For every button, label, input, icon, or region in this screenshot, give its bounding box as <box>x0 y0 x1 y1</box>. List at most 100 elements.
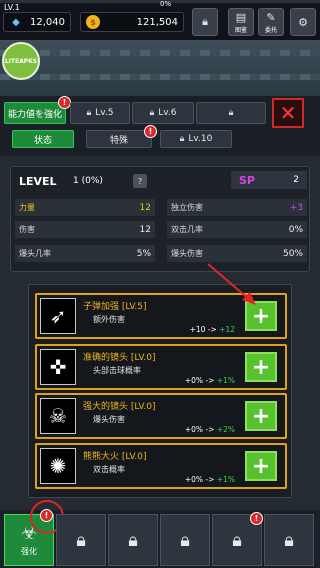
game-scene <box>0 40 320 96</box>
settings-button[interactable]: ⚙ <box>290 8 316 36</box>
skill-from: +0% -> <box>184 475 217 484</box>
commission-button[interactable]: ✎ 委托 <box>258 8 284 36</box>
close-button[interactable]: ✕ <box>272 98 304 128</box>
encyclopedia-label: 图鉴 <box>234 26 247 34</box>
gasmask-icon: ☣ <box>20 523 38 544</box>
nav-locked-slot[interactable]: 🔒︎ <box>56 514 106 566</box>
skill-from: +10 -> <box>189 325 220 334</box>
lock-icon: 🔒︎ <box>202 15 208 28</box>
stat-name: 爆头几率 <box>19 249 51 258</box>
tab-label: Lv.6 <box>158 108 177 118</box>
scene-rail <box>0 74 320 80</box>
tab-locked-lv10[interactable]: 🔒︎ Lv.10 <box>160 130 232 148</box>
help-button[interactable]: ? <box>133 174 147 188</box>
stat-value: 0% <box>288 224 303 235</box>
close-icon: ✕ <box>279 101 297 125</box>
skill-card: ✜ 准确的镜头 [LV.0] 头部击球概率 +0% -> +1% + <box>35 344 287 390</box>
tab-status[interactable]: 状态 <box>12 130 74 148</box>
alert-badge: ! <box>40 509 53 522</box>
lock-icon: 🔒︎ <box>232 529 242 551</box>
stat-row-damage: 伤害 12 <box>15 221 155 238</box>
tab-label: 特殊 <box>109 135 128 146</box>
tab-locked-lv6[interactable]: 🔒︎ Lv.6 <box>132 102 194 124</box>
skill-change: +0% -> +2% <box>185 425 235 434</box>
gold-value: 121,504 <box>136 16 178 28</box>
sp-box: SP 2 <box>231 171 307 189</box>
book-icon: ▤ <box>235 10 247 24</box>
tab-special[interactable]: 特殊 <box>86 130 152 148</box>
tab-label: Lv.10 <box>188 134 213 144</box>
lock-icon: 🔒︎ <box>284 529 294 551</box>
skill-description: 爆头伤害 <box>93 415 125 424</box>
lock-icon: 🔒︎ <box>86 108 92 118</box>
stat-value: 12 <box>139 202 151 213</box>
lock-icon: 🔒︎ <box>179 134 185 144</box>
lock-icon: 🔒︎ <box>128 529 138 551</box>
tab-locked[interactable]: 🔒︎ <box>196 102 266 124</box>
skill-change: +0% -> +1% <box>185 475 235 484</box>
gem-icon: ◆ <box>12 16 20 28</box>
alert-badge: ! <box>144 125 157 138</box>
stat-name: 力量 <box>19 203 35 212</box>
nav-locked-slot[interactable]: 🔒︎ <box>264 514 314 566</box>
watermark-logo: LITEAPKS <box>2 42 40 80</box>
gems-value: 12,040 <box>30 16 65 28</box>
skill-title: 强大的镜头 [LV.0] <box>83 402 156 412</box>
scene-rail <box>0 50 320 56</box>
stat-value: 12 <box>139 224 151 235</box>
skill-to: +2% <box>216 425 235 434</box>
stat-row-headshot-damage: 爆头伤害 50% <box>167 245 307 262</box>
tab-label: 能力値を強化 <box>7 109 62 120</box>
skill-title: 准确的镜头 [LV.0] <box>83 353 156 363</box>
alert-badge: ! <box>250 512 263 525</box>
stat-name: 双击几率 <box>171 225 203 234</box>
tab-enhance-abilities[interactable]: 能力値を強化 <box>4 102 66 124</box>
skill-from: +0% -> <box>184 376 217 385</box>
skill-list: ➶ 子弹加强 [LV.5] 额外伤害 +10 -> +12 + ✜ 准确的镜头 … <box>28 284 292 498</box>
skill-card: ✺ 熊熊大火 [LV.0] 双击概率 +0% -> +1% + <box>35 443 287 489</box>
gems-counter[interactable]: ◆ 12,040 <box>3 12 71 32</box>
locked-button[interactable]: 🔒︎ <box>192 8 218 36</box>
skill-card: ➶ 子弹加强 [LV.5] 额外伤害 +10 -> +12 + <box>35 293 287 339</box>
lock-icon: 🔒︎ <box>228 108 234 118</box>
upgrade-button[interactable]: + <box>245 301 277 331</box>
coin-icon: $ <box>86 15 100 29</box>
stat-name: 爆头伤害 <box>171 249 203 258</box>
tab-label: 状态 <box>33 135 52 146</box>
skill-description: 双击概率 <box>93 465 125 474</box>
skill-to: +1% <box>216 376 235 385</box>
nav-locked-slot[interactable]: 🔒︎ <box>160 514 210 566</box>
nav-locked-slot[interactable]: 🔒︎ <box>108 514 158 566</box>
gold-counter[interactable]: $ 121,504 <box>80 12 184 32</box>
upgrade-button[interactable]: + <box>245 401 277 431</box>
level-label: LEVEL <box>19 175 57 188</box>
skill-from: +0% -> <box>184 425 217 434</box>
stat-name: 伤害 <box>19 225 35 234</box>
skill-to: +1% <box>216 475 235 484</box>
commission-label: 委托 <box>264 26 277 34</box>
gear-icon: ⚙ <box>298 15 308 29</box>
stats-panel: LEVEL 1 (0%) ? SP 2 力量 12 伤害 12 爆头几率 5% … <box>10 166 310 272</box>
tab-label: Lv.5 <box>95 108 114 118</box>
upgrade-button[interactable]: + <box>245 352 277 382</box>
lock-icon: 🔒︎ <box>76 529 86 551</box>
nav-label: 强化 <box>21 547 37 556</box>
skill-description: 头部击球概率 <box>93 366 141 375</box>
fire-icon: ✺ <box>40 448 76 484</box>
xp-percent: 0% <box>160 0 172 8</box>
encyclopedia-button[interactable]: ▤ 图鉴 <box>228 8 254 36</box>
stat-value: 50% <box>282 248 303 259</box>
skill-description: 额外伤害 <box>93 315 125 324</box>
skill-to: +12 <box>219 325 235 334</box>
sp-value: 2 <box>293 175 299 185</box>
tab-locked-lv5[interactable]: 🔒︎ Lv.5 <box>70 102 130 124</box>
flashlight-icon: ✎ <box>266 10 276 24</box>
bullet-icon: ➶ <box>40 298 76 334</box>
skill-change: +10 -> +12 <box>190 325 235 334</box>
upgrade-button[interactable]: + <box>245 451 277 481</box>
stat-row-strength: 力量 12 <box>15 199 155 216</box>
lock-icon: 🔒︎ <box>180 529 190 551</box>
stat-row-independent-damage: 独立伤害 +3 <box>167 199 307 216</box>
level-value: 1 (0%) <box>73 176 103 186</box>
player-level: LV.1 <box>4 3 20 12</box>
